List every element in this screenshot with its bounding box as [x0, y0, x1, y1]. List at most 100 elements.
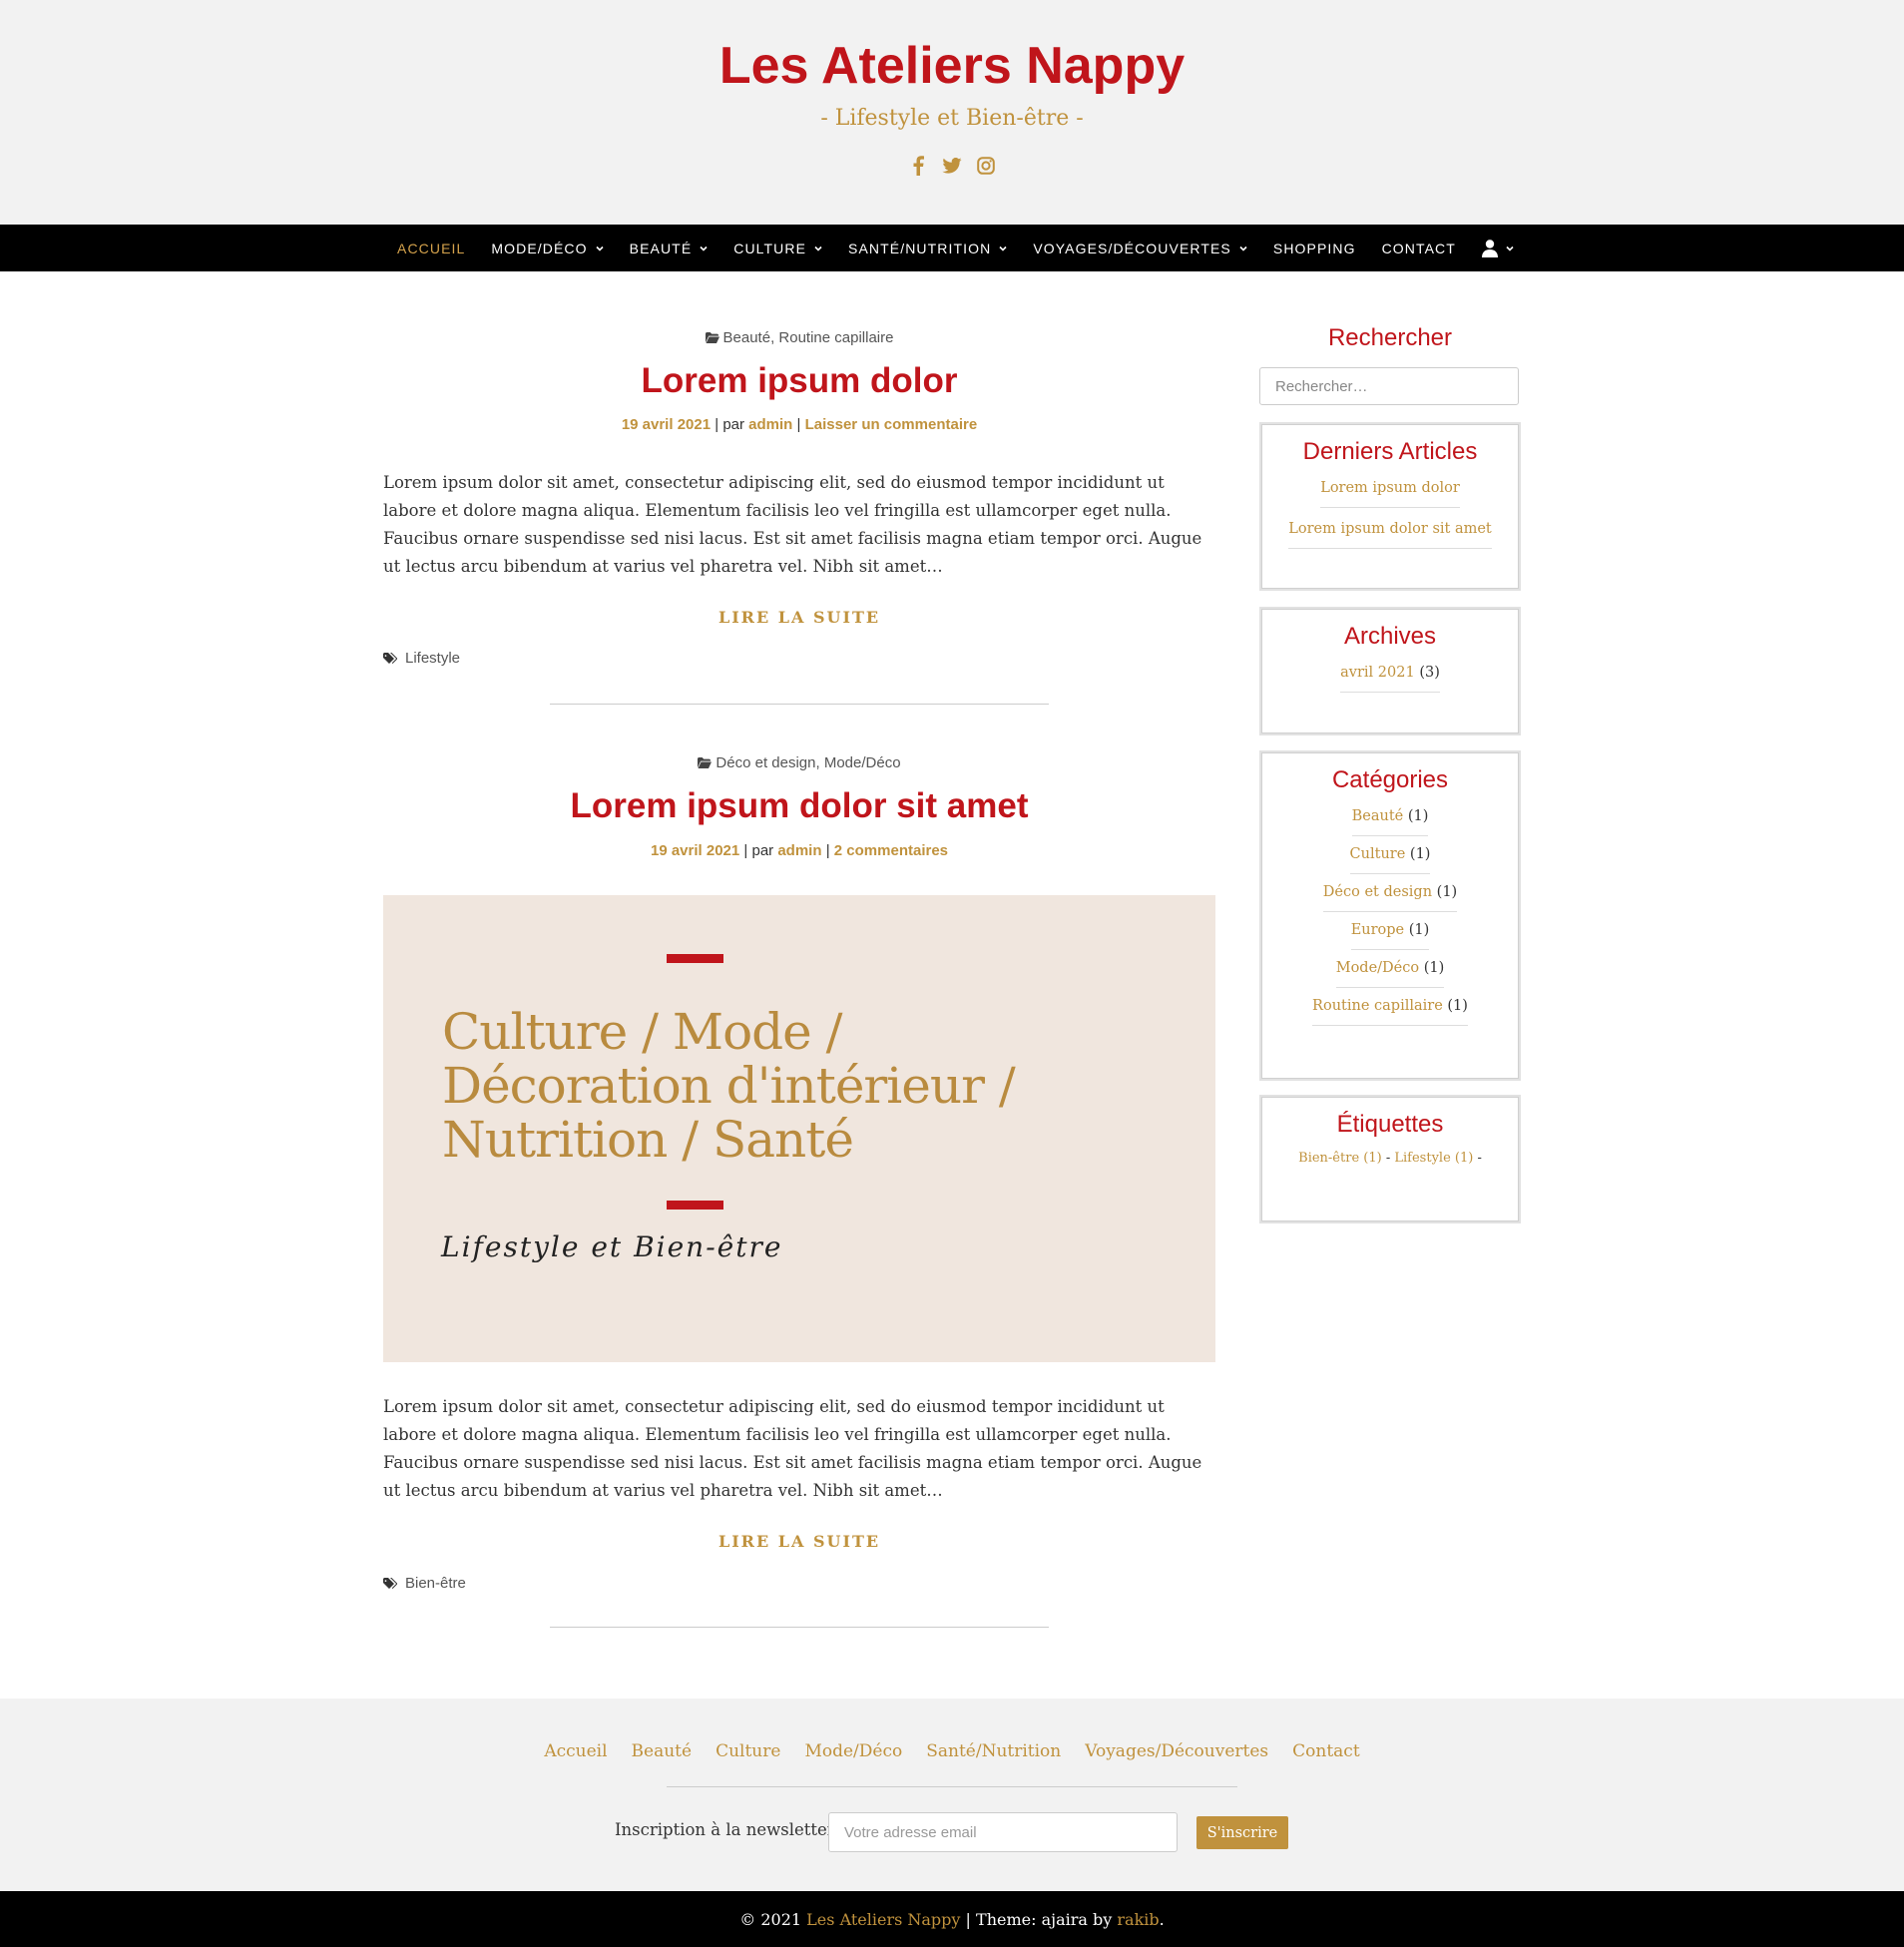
decorative-bar — [667, 1201, 723, 1210]
nav-item-accueil[interactable]: ACCUEIL — [384, 225, 478, 271]
nav-item-culture[interactable]: CULTURE — [720, 225, 835, 271]
search-input[interactable] — [1259, 367, 1519, 405]
footer-divider — [667, 1786, 1237, 1787]
twitter-icon[interactable] — [942, 154, 962, 178]
image-line: Décoration d'intérieur / — [442, 1057, 1016, 1115]
nav-item-beaute[interactable]: BEAUTÉ — [617, 225, 721, 271]
category-link[interactable]: Déco et design — [715, 754, 815, 771]
post-title[interactable]: Lorem ipsum dolor — [383, 361, 1215, 401]
post-categories: Déco et design, Mode/Déco — [383, 754, 1215, 771]
nav-item-shopping[interactable]: SHOPPING — [1260, 225, 1369, 271]
social-links — [0, 154, 1904, 178]
category-link[interactable]: Beauté — [723, 329, 771, 346]
post-categories: Beauté, Routine capillaire — [383, 329, 1215, 346]
category-link[interactable]: Routine capillaire — [778, 329, 893, 346]
post-excerpt: Lorem ipsum dolor sit amet, consectetur … — [383, 473, 1202, 576]
theme-text: | Theme: ajaira by — [965, 1909, 1113, 1929]
category-link[interactable]: Europe — [1351, 922, 1404, 938]
recent-post-link[interactable]: Lorem ipsum dolor sit amet — [1288, 521, 1492, 549]
nav-item-sante-nutrition[interactable]: SANTÉ/NUTRITION — [835, 225, 1020, 271]
archive-count: (3) — [1419, 665, 1440, 681]
featured-image[interactable]: Culture / Mode / Décoration d'intérieur … — [383, 895, 1215, 1362]
meta-separator: | — [796, 416, 805, 433]
widget-title: Archives — [1343, 623, 1437, 650]
category-count: (1) — [1407, 808, 1429, 824]
category-count: (1) — [1423, 960, 1445, 976]
categories-widget: Catégories Beauté (1) Culture (1) Déco e… — [1259, 750, 1521, 1081]
category-link[interactable]: Beauté — [1352, 808, 1404, 824]
recent-posts-widget: Derniers Articles Lorem ipsum dolor Lore… — [1259, 422, 1521, 591]
widget-title: Étiquettes — [1336, 1111, 1444, 1138]
footer-link-contact[interactable]: Contact — [1292, 1741, 1360, 1761]
category-link[interactable]: Culture — [1350, 846, 1406, 862]
site-header: Les Ateliers Nappy - Lifestyle et Bien-ê… — [0, 0, 1904, 225]
post-title[interactable]: Lorem ipsum dolor sit amet — [383, 786, 1215, 826]
copyright-site-link[interactable]: Les Ateliers Nappy — [806, 1910, 960, 1929]
category-item: Culture (1) — [1349, 846, 1431, 874]
post-comments-link[interactable]: Laisser un commentaire — [805, 416, 978, 433]
folder-icon — [705, 332, 719, 343]
tags-icon — [383, 1577, 397, 1589]
folder-icon — [698, 757, 713, 768]
tags-icon — [383, 652, 397, 664]
recent-post-link[interactable]: Lorem ipsum dolor — [1320, 480, 1460, 508]
meta-separator: | — [825, 842, 834, 859]
theme-author-link[interactable]: rakib — [1117, 1910, 1159, 1929]
read-more-button[interactable]: LIRE LA SUITE — [383, 608, 1215, 627]
instagram-icon[interactable] — [976, 154, 996, 178]
post-divider — [550, 704, 1049, 705]
footer-link-beaute[interactable]: Beauté — [632, 1741, 693, 1761]
read-more-button[interactable]: LIRE LA SUITE — [383, 1532, 1215, 1551]
footer-link-mode-deco[interactable]: Mode/Déco — [804, 1741, 902, 1761]
tag-cloud-link[interactable]: Bien-être (1) — [1298, 1151, 1382, 1166]
archive-link[interactable]: avril 2021 — [1340, 665, 1415, 681]
chevron-down-icon — [999, 245, 1007, 251]
post-author-link[interactable]: admin — [748, 416, 792, 433]
widget-title: Catégories — [1331, 766, 1449, 793]
tag-link[interactable]: Bien-être — [405, 1575, 466, 1592]
main-navigation: ACCUEIL MODE/DÉCO BEAUTÉ CULTURE SANTÉ/N… — [0, 225, 1904, 271]
nav-item-voyages-decouvertes[interactable]: VOYAGES/DÉCOUVERTES — [1020, 225, 1260, 271]
tag-link[interactable]: Lifestyle — [405, 650, 460, 667]
copyright-bar: © 2021 Les Ateliers Nappy | Theme: ajair… — [0, 1891, 1904, 1947]
category-link[interactable]: Mode/Déco — [824, 754, 901, 771]
post-tags: Lifestyle — [383, 650, 460, 667]
category-count: (1) — [1447, 998, 1468, 1014]
footer-link-voyages[interactable]: Voyages/Découvertes — [1085, 1741, 1268, 1761]
chevron-down-icon — [814, 245, 822, 251]
facebook-icon[interactable] — [908, 154, 928, 178]
nav-item-contact[interactable]: CONTACT — [1369, 225, 1469, 271]
footer-link-culture[interactable]: Culture — [715, 1741, 780, 1761]
tag-cloud-link[interactable]: Lifestyle (1) — [1394, 1151, 1473, 1166]
category-separator: , — [815, 754, 824, 771]
tag-cloud: Bien-être (1) - Lifestyle (1) - — [1261, 1151, 1519, 1166]
tag-separator: - — [1477, 1151, 1482, 1166]
account-menu[interactable] — [1469, 225, 1527, 271]
category-link[interactable]: Mode/Déco — [1336, 960, 1419, 976]
post-author-link[interactable]: admin — [777, 842, 821, 859]
post-comments-link[interactable]: 2 commentaires — [834, 842, 948, 859]
post-date-link[interactable]: 19 avril 2021 — [622, 416, 711, 433]
post-meta: 19 avril 2021 | par admin | 2 commentair… — [383, 842, 1215, 859]
copyright-end: . — [1159, 1909, 1165, 1929]
featured-image-script: Lifestyle et Bien-être — [441, 1230, 783, 1263]
footer-link-accueil[interactable]: Accueil — [544, 1741, 607, 1761]
chevron-down-icon — [596, 245, 604, 251]
newsletter-subscribe-button[interactable]: S'inscrire — [1196, 1816, 1288, 1849]
post-date-link[interactable]: 19 avril 2021 — [651, 842, 739, 859]
copyright-prefix: © 2021 — [739, 1909, 802, 1929]
site-title[interactable]: Les Ateliers Nappy — [0, 36, 1904, 96]
category-link[interactable]: Déco et design — [1323, 884, 1432, 900]
nav-item-mode-deco[interactable]: MODE/DÉCO — [478, 225, 616, 271]
newsletter-label: Inscription à la newsletter — [615, 1820, 835, 1839]
category-link[interactable]: Routine capillaire — [1312, 998, 1443, 1014]
newsletter-email-input[interactable] — [828, 1812, 1178, 1852]
featured-image-text: Culture / Mode / Décoration d'intérieur … — [442, 1005, 1016, 1167]
chevron-down-icon — [700, 245, 708, 251]
footer-navigation: Accueil Beauté Culture Mode/Déco Santé/N… — [0, 1741, 1904, 1761]
footer-link-sante-nutrition[interactable]: Santé/Nutrition — [926, 1741, 1061, 1761]
footer: Accueil Beauté Culture Mode/Déco Santé/N… — [0, 1699, 1904, 1891]
user-icon — [1481, 239, 1498, 257]
category-item: Routine capillaire (1) — [1312, 998, 1468, 1026]
category-item: Beauté (1) — [1351, 808, 1429, 836]
